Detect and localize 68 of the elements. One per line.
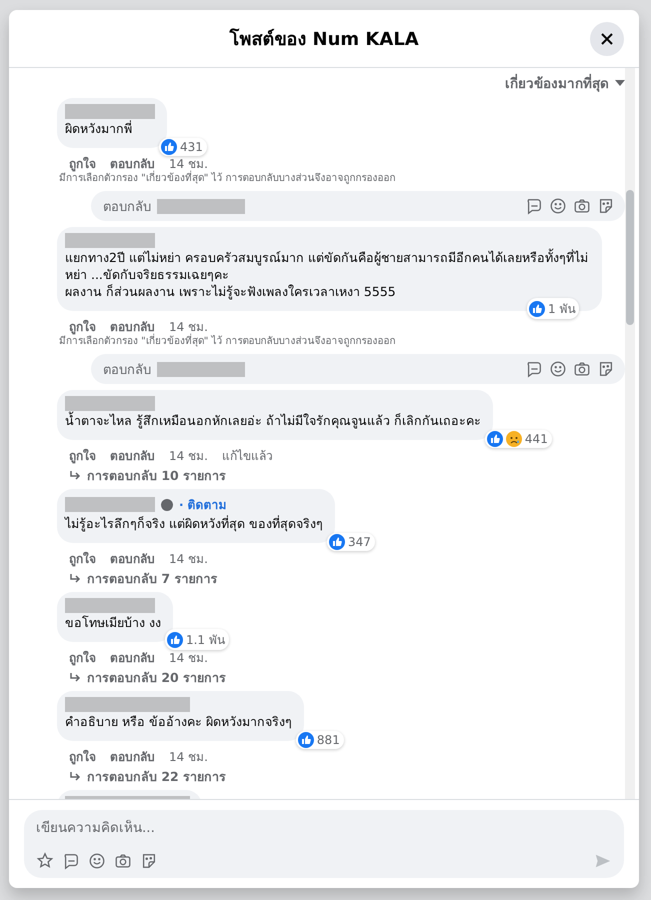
comment-time[interactable]: 14 ชม. bbox=[169, 651, 208, 665]
emoji-icon[interactable] bbox=[549, 197, 567, 215]
like-icon bbox=[486, 431, 503, 447]
badge-icon bbox=[161, 498, 173, 510]
avatar-sticker-icon[interactable] bbox=[36, 852, 54, 870]
emoji-icon[interactable] bbox=[88, 852, 106, 870]
comment-text: น้ำตาจะไหล รู้สึกเหมือนอกหักเลยอ่ะ ถ้าไม่มีใจรักคุณจูนแล้ว ก็เลิกกันเถอะคะ bbox=[65, 412, 481, 429]
reply-link[interactable]: ตอบกลับ bbox=[110, 750, 155, 764]
view-replies-link[interactable]: การตอบกลับ 10 รายการ bbox=[57, 463, 609, 483]
reaction-count[interactable]: 1 พัน bbox=[527, 298, 580, 319]
sticker-icon[interactable] bbox=[140, 852, 158, 870]
comment-time[interactable]: 14 ชม. bbox=[169, 320, 208, 334]
like-link[interactable]: ถูกใจ bbox=[69, 449, 96, 463]
reaction-count[interactable]: 431 bbox=[159, 138, 207, 156]
filter-note: มีการเลือกตัวกรอง "เกี่ยวข้องที่สุด" ไว้ การตอบกลับบางส่วนจึงอาจถูกกรองออก bbox=[57, 171, 609, 185]
view-replies-link[interactable]: การตอบกลับ 7 รายการ bbox=[57, 566, 609, 586]
view-replies-link[interactable]: การตอบกลับ 20 รายการ bbox=[57, 665, 609, 685]
like-icon bbox=[328, 534, 345, 550]
like-link[interactable]: ถูกใจ bbox=[69, 320, 96, 334]
reply-arrow-icon bbox=[69, 672, 81, 684]
camera-icon[interactable] bbox=[573, 360, 591, 378]
reaction-count[interactable]: 347 bbox=[326, 533, 375, 551]
like-link[interactable]: ถูกใจ bbox=[69, 157, 96, 171]
sticker-icon[interactable] bbox=[597, 360, 615, 378]
reply-arrow-icon bbox=[69, 470, 81, 482]
scrollbar-thumb[interactable] bbox=[626, 190, 634, 325]
dialog-title: โพสต์ของ Num KALA bbox=[229, 27, 419, 52]
sort-dropdown[interactable]: เกี่ยวข้องมากที่สุด bbox=[505, 70, 625, 96]
reply-link[interactable]: ตอบกลับ bbox=[110, 449, 155, 463]
comment-text: ขอโทษเมียบ้าง งง bbox=[65, 614, 161, 631]
camera-icon[interactable] bbox=[114, 852, 132, 870]
comment-time[interactable]: 14 ชม. bbox=[169, 449, 208, 463]
follow-link[interactable]: · ติดตาม bbox=[179, 495, 227, 514]
edited-label: แก้ไขแล้ว bbox=[222, 449, 273, 463]
close-icon bbox=[600, 32, 614, 46]
reply-field[interactable]: ตอบกลับ bbox=[91, 354, 625, 384]
comment-time[interactable]: 14 ชม. bbox=[169, 157, 208, 171]
reply-link[interactable]: ตอบกลับ bbox=[110, 651, 155, 665]
like-icon bbox=[529, 300, 545, 316]
reply-link[interactable]: ตอบกลับ bbox=[110, 320, 155, 334]
reaction-count[interactable]: 441 bbox=[484, 430, 552, 448]
like-link[interactable]: ถูกใจ bbox=[69, 651, 96, 665]
sad-face-icon bbox=[506, 431, 522, 447]
camera-icon[interactable] bbox=[573, 197, 591, 215]
reply-link[interactable]: ตอบกลับ bbox=[110, 157, 155, 171]
caret-icon bbox=[615, 80, 625, 86]
like-icon bbox=[298, 732, 314, 748]
comment-text: แยกทาง2ปี แต่ไม่หย่า ครอบครัวสมบูรณ์มาก แต่ขัดกันคือผู้ชายสามารถมีอีกคนได้เลยหรือทั้งๆที่ไม่หย่า ...ขัดกับจริยธรรมเฉยๆคะ ผลงาน ก็ส่วนผลงาน เพราะไม่รู้จะฟังเพลงใครเวลาเหงา 5555 bbox=[65, 249, 589, 300]
reaction-count[interactable]: 881 bbox=[296, 731, 344, 749]
filter-note: มีการเลือกตัวกรอง "เกี่ยวข้องที่สุด" ไว้ การตอบกลับบางส่วนจึงอาจถูกกรองออก bbox=[57, 334, 609, 348]
comment-text: ผิดหวังมากพี่ bbox=[65, 120, 133, 137]
sticker-icon[interactable] bbox=[597, 197, 615, 215]
reply-field[interactable]: ตอบกลับ bbox=[91, 191, 625, 221]
reply-link[interactable]: ตอบกลับ bbox=[110, 552, 155, 566]
like-link[interactable]: ถูกใจ bbox=[69, 552, 96, 566]
comment-time[interactable]: 14 ชม. bbox=[169, 750, 208, 764]
close-button[interactable] bbox=[590, 22, 624, 56]
reaction-count[interactable]: 1.1 พัน bbox=[164, 629, 229, 650]
reply-arrow-icon bbox=[69, 572, 81, 584]
like-icon bbox=[161, 139, 177, 155]
view-replies-link[interactable]: การตอบกลับ 22 รายการ bbox=[57, 764, 609, 784]
comment-time[interactable]: 14 ชม. bbox=[169, 552, 208, 566]
comment-text: ไม่รู้อะไรลึกๆก็จริง แต่ผิดหวังที่สุด ของที่สุดจริงๆ bbox=[65, 515, 323, 532]
reply-arrow-icon bbox=[69, 770, 81, 782]
comment-text: คำอธิบาย หรือ ข้ออ้างคะ ผิดหวังมากจริงๆ bbox=[65, 713, 292, 730]
emoji-icon[interactable] bbox=[549, 360, 567, 378]
like-icon bbox=[166, 632, 183, 648]
like-link[interactable]: ถูกใจ bbox=[69, 750, 96, 764]
